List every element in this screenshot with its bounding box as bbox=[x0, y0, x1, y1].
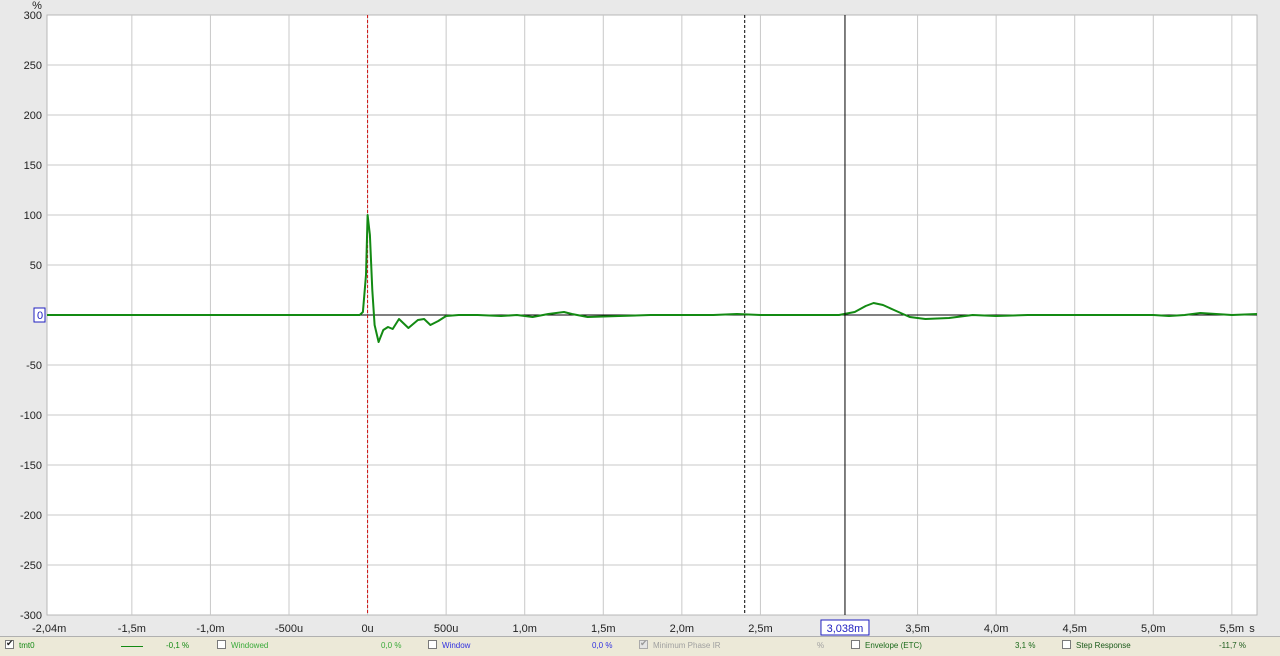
x-tick-label: 5,0m bbox=[1141, 623, 1165, 635]
x-tick-label: 1,0m bbox=[512, 623, 536, 635]
zero-label: 0 bbox=[37, 310, 43, 322]
trace-value: -0,1 % bbox=[166, 641, 190, 650]
x-tick-label: -2,04m bbox=[32, 623, 66, 635]
x-tick-label: 0u bbox=[361, 623, 373, 635]
x-axis-unit-label: s bbox=[1249, 623, 1255, 635]
x-tick-label: 2,0m bbox=[670, 623, 694, 635]
envelope-value: 3,1 % bbox=[1015, 641, 1036, 650]
x-tick-label: 5,5m bbox=[1220, 623, 1244, 635]
x-tick-label: 4,5m bbox=[1062, 623, 1086, 635]
envelope-label: Envelope (ETC) bbox=[865, 641, 922, 650]
trace-checkbox[interactable] bbox=[5, 638, 14, 649]
x-tick-labels: -2,04m -1,5m -1,0m -500u 0u 500u 1,0m 1,5m 2,0m 2… bbox=[32, 623, 1255, 635]
step-checkbox[interactable] bbox=[1062, 640, 1071, 649]
envelope-checkbox[interactable] bbox=[851, 640, 860, 649]
y-tick-label: 300 bbox=[24, 10, 42, 22]
y-tick-label: 250 bbox=[24, 60, 42, 72]
y-tick-labels: 300 250 200 150 100 50 -50 -100 -150 -200 -250 -300… bbox=[20, 10, 46, 622]
window-label: Window bbox=[442, 641, 471, 650]
minphase-checkbox bbox=[639, 638, 648, 649]
step-label: Step Response bbox=[1076, 641, 1131, 650]
y-tick-label: -150 bbox=[20, 460, 42, 472]
trace-color-swatch[interactable] bbox=[121, 646, 143, 647]
y-tick-label: -200 bbox=[20, 510, 42, 522]
legend-bar: tmt0 -0,1 % Windowed 0,0 % Window 0,0 % … bbox=[0, 636, 1280, 656]
y-tick-label: -100 bbox=[20, 410, 42, 422]
y-tick-label: 150 bbox=[24, 160, 42, 172]
x-tick-label: -1,0m bbox=[196, 623, 224, 635]
minphase-label: Minimum Phase IR bbox=[653, 641, 721, 650]
windowed-checkbox[interactable] bbox=[217, 640, 226, 649]
windowed-label: Windowed bbox=[231, 641, 269, 650]
y-tick-label: 50 bbox=[30, 260, 42, 272]
y-tick-label: -250 bbox=[20, 560, 42, 572]
y-tick-label: -300 bbox=[20, 610, 42, 622]
step-value: -11,7 % bbox=[1219, 641, 1246, 650]
trace-name: tmt0 bbox=[19, 641, 35, 650]
windowed-value: 0,0 % bbox=[381, 641, 402, 650]
cursor-label: 3,038m bbox=[827, 623, 864, 635]
x-tick-label: 500u bbox=[434, 623, 458, 635]
minphase-value: % bbox=[817, 641, 825, 650]
x-tick-label: -1,5m bbox=[118, 623, 146, 635]
x-tick-label: 4,0m bbox=[984, 623, 1008, 635]
window-checkbox[interactable] bbox=[428, 640, 437, 649]
x-tick-label: 2,5m bbox=[748, 623, 772, 635]
x-tick-label: -500u bbox=[275, 623, 303, 635]
impulse-response-chart[interactable]: % 30025020015010050-50-100-150-200-250-3… bbox=[0, 0, 1280, 636]
window-value: 0,0 % bbox=[592, 641, 613, 650]
y-tick-label: -50 bbox=[26, 360, 42, 372]
y-tick-label: 200 bbox=[24, 110, 42, 122]
x-tick-label: 3,5m bbox=[905, 623, 929, 635]
y-tick-label: 100 bbox=[24, 210, 42, 222]
x-tick-label: 1,5m bbox=[591, 623, 615, 635]
